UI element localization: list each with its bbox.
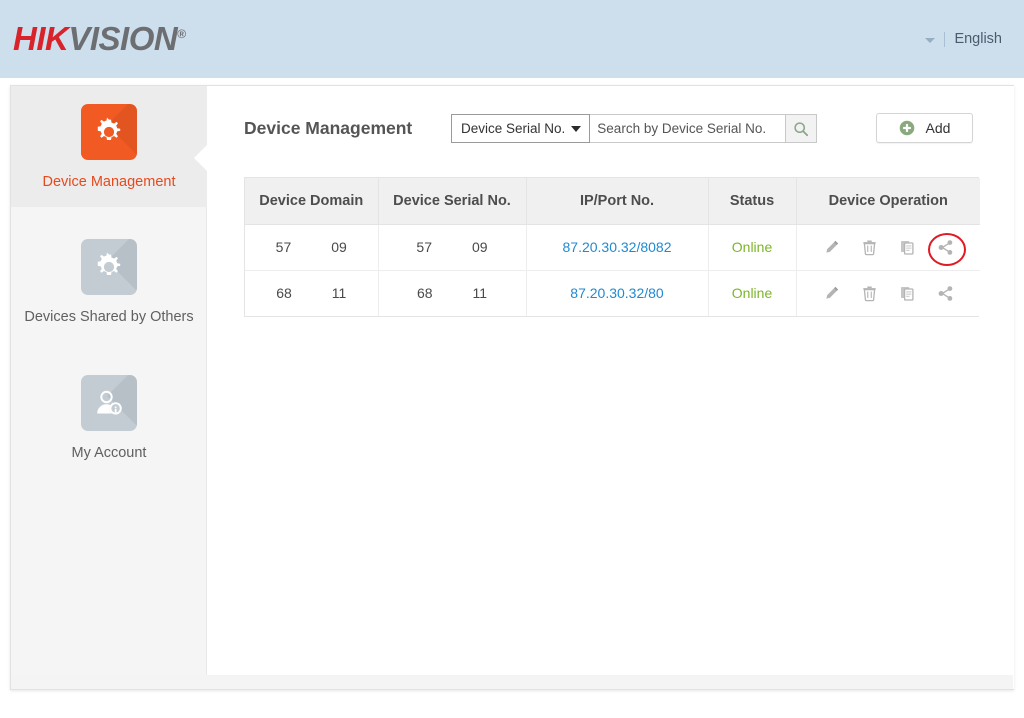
- hikvision-logo: HIKVISION®: [13, 20, 186, 58]
- gear-icon: [81, 239, 137, 296]
- sidebar-item-label: Devices Shared by Others: [24, 309, 194, 326]
- search-field-select[interactable]: Device Serial No.: [451, 114, 591, 143]
- main-card: Device Management Devices Shared by Othe…: [10, 85, 1014, 690]
- search-button[interactable]: [786, 114, 818, 143]
- operation-icons: [797, 284, 981, 303]
- column-header-ip-port-no: IP/Port No.: [526, 178, 709, 225]
- sidebar-item-my-account[interactable]: My Account: [11, 357, 207, 478]
- logo-text-vision: VISION: [68, 20, 178, 57]
- edit-icon[interactable]: [822, 284, 841, 303]
- edit-icon[interactable]: [822, 238, 841, 257]
- cell-ip-port-no: 87.20.30.32/80: [526, 270, 709, 316]
- magnifier-icon: [794, 121, 809, 136]
- chevron-down-icon[interactable]: [925, 38, 936, 43]
- app-header: HIKVISION® English: [0, 0, 1024, 78]
- cell-status: Online: [708, 270, 797, 316]
- delete-icon[interactable]: [860, 238, 879, 257]
- device-serial-prefix: 57: [416, 239, 432, 255]
- cell-device-domain: 68 11: [245, 270, 379, 316]
- card-footer: [11, 675, 1013, 689]
- cell-device-serial-no: 57 09: [378, 224, 527, 271]
- language-selector[interactable]: English: [925, 31, 1002, 47]
- status-badge: Online: [731, 239, 773, 255]
- cell-ip-port-no: 87.20.30.32/8082: [526, 224, 709, 271]
- cell-device-operation: [796, 270, 980, 316]
- ip-port-link[interactable]: 87.20.30.32/80: [570, 285, 663, 301]
- device-domain-suffix: 11: [331, 285, 347, 302]
- column-header-device-operation: Device Operation: [796, 178, 980, 225]
- status-badge: Online: [731, 285, 773, 302]
- divider: [944, 31, 946, 47]
- operation-icons: [797, 232, 981, 266]
- copy-icon[interactable]: [898, 284, 917, 303]
- add-button-label: Add: [925, 120, 951, 136]
- cell-device-operation: [796, 224, 981, 271]
- search-input[interactable]: [590, 114, 787, 143]
- language-label[interactable]: English: [954, 31, 1002, 47]
- column-header-status: Status: [708, 178, 797, 225]
- delete-icon[interactable]: [860, 284, 879, 303]
- device-serial-suffix: 09: [472, 239, 488, 255]
- toolbar: Device Management Device Serial No. Sear…: [207, 86, 1014, 172]
- sidebar-item-label: Device Management: [42, 174, 176, 190]
- sidebar-item-label: My Account: [71, 444, 147, 461]
- sidebar: Device Management Devices Shared by Othe…: [11, 86, 208, 689]
- sidebar-item-device-management[interactable]: Device Management: [11, 86, 208, 208]
- main-panel: Device Management Device Serial No. Sear…: [207, 86, 1014, 689]
- plus-circle-icon: [899, 120, 914, 136]
- ip-port-link[interactable]: 87.20.30.32/8082: [563, 239, 672, 255]
- chevron-down-icon: [571, 125, 582, 132]
- device-domain-suffix: 09: [331, 239, 347, 255]
- search-field-select-label: Device Serial No.: [461, 121, 566, 136]
- share-icon[interactable]: [936, 284, 955, 303]
- cell-device-serial-no: 68 11: [378, 270, 527, 316]
- registered-mark: ®: [177, 27, 186, 41]
- add-button[interactable]: Add: [876, 113, 973, 143]
- page-title: Device Management: [244, 118, 413, 138]
- sidebar-item-devices-shared-by-others[interactable]: Devices Shared by Others: [11, 221, 207, 342]
- cell-status: Online: [708, 224, 797, 271]
- device-serial-prefix: 68: [416, 285, 433, 302]
- table-row: 68 11 68 11 87.20.30.32/80 Online: [245, 270, 980, 316]
- gear-icon: [81, 104, 137, 160]
- user-info-icon: [81, 374, 137, 431]
- copy-icon[interactable]: [898, 238, 917, 257]
- search-group: Device Serial No.: [451, 114, 818, 143]
- device-domain-prefix: 68: [276, 285, 292, 302]
- column-header-device-domain: Device Domain: [245, 178, 379, 225]
- table-row: 57 09 57 09 87.20.30.32/8082 Online: [245, 224, 981, 271]
- device-table: Device Domain Device Serial No. IP/Port …: [244, 177, 981, 317]
- logo-text-hik: HIK: [13, 20, 69, 57]
- device-serial-suffix: 11: [472, 285, 488, 302]
- table-header-row: Device Domain Device Serial No. IP/Port …: [245, 178, 980, 225]
- column-header-device-serial-no: Device Serial No.: [378, 178, 527, 225]
- cell-device-domain: 57 09: [245, 224, 379, 271]
- share-icon[interactable]: [928, 232, 967, 266]
- device-domain-prefix: 57: [275, 239, 292, 255]
